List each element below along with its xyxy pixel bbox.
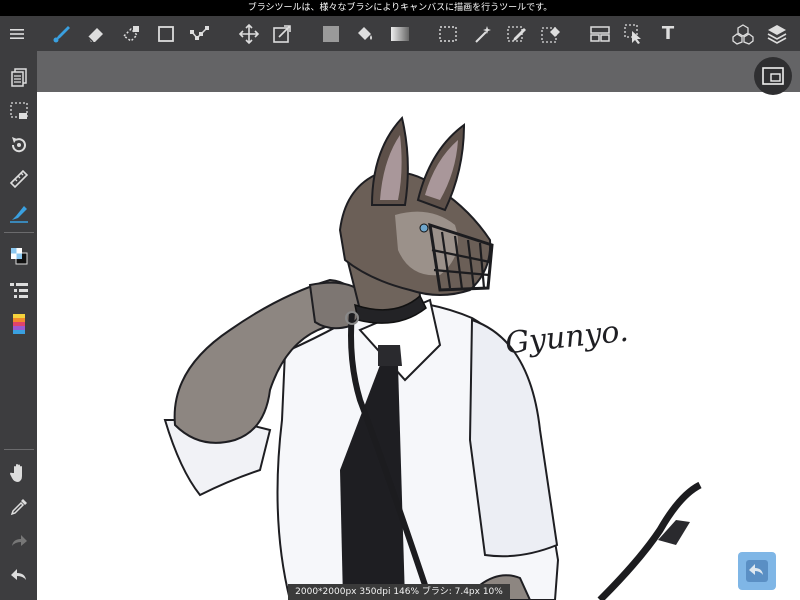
menu-icon[interactable]	[2, 16, 32, 51]
polyline-icon[interactable]	[185, 16, 215, 51]
canvas[interactable]: Gyunyo.	[37, 92, 800, 600]
hand-icon[interactable]	[0, 457, 37, 489]
layers-icon[interactable]	[762, 16, 792, 51]
undo-icon[interactable]	[0, 559, 37, 591]
floating-undo-button[interactable]	[738, 552, 776, 590]
fill-color-icon[interactable]	[316, 16, 346, 51]
text-tool-glyph: T	[661, 23, 675, 44]
transform-icon[interactable]	[267, 16, 297, 51]
status-bar: ブラシツールは、様々なブラシによりキャンバスに描画を行うツールです。	[0, 0, 800, 16]
select-eraser-icon[interactable]	[536, 16, 566, 51]
text-tool-icon[interactable]: T	[653, 16, 683, 51]
select-layer-icon[interactable]	[619, 16, 649, 51]
info-bar: 2000*2000px 350dpi 146% ブラシ: 7.4px 10%	[288, 584, 510, 600]
color-palette-icon[interactable]	[0, 308, 37, 340]
move-icon[interactable]	[234, 16, 264, 51]
frame-divide-icon[interactable]	[585, 16, 615, 51]
artwork	[163, 115, 702, 600]
page-manager-icon[interactable]	[0, 61, 37, 93]
status-message: ブラシツールは、様々なブラシによりキャンバスに描画を行うツールです。	[247, 3, 553, 13]
eraser-icon[interactable]	[81, 16, 111, 51]
rectangle-icon[interactable]	[151, 16, 181, 51]
rotate-view-icon[interactable]	[0, 129, 37, 161]
snap-icon[interactable]	[0, 197, 37, 229]
brush-list-icon[interactable]	[0, 274, 37, 306]
toolbar: T	[0, 16, 800, 51]
select-rectangle-icon[interactable]	[433, 16, 463, 51]
magic-wand-icon[interactable]	[468, 16, 498, 51]
navigator-icon	[762, 67, 784, 85]
sidebar	[0, 51, 37, 600]
sidebar-divider	[4, 232, 34, 233]
canvas-margin	[37, 51, 800, 92]
sidebar-divider	[4, 449, 34, 450]
selection-icon[interactable]	[0, 95, 37, 127]
redo-icon[interactable]	[0, 525, 37, 557]
lasso-eraser-icon[interactable]	[116, 16, 146, 51]
color-swatch-icon[interactable]	[0, 240, 37, 272]
ruler-icon[interactable]	[0, 163, 37, 195]
brush-icon[interactable]	[47, 16, 77, 51]
navigator-button[interactable]	[754, 57, 792, 95]
undo-icon	[746, 560, 768, 582]
materials-icon[interactable]	[728, 16, 758, 51]
gradient-icon[interactable]	[385, 16, 415, 51]
select-pen-icon[interactable]	[502, 16, 532, 51]
bucket-icon[interactable]	[350, 16, 380, 51]
eyedropper-icon[interactable]	[0, 491, 37, 523]
canvas-info-text: 2000*2000px 350dpi 146% ブラシ: 7.4px 10%	[295, 587, 503, 597]
